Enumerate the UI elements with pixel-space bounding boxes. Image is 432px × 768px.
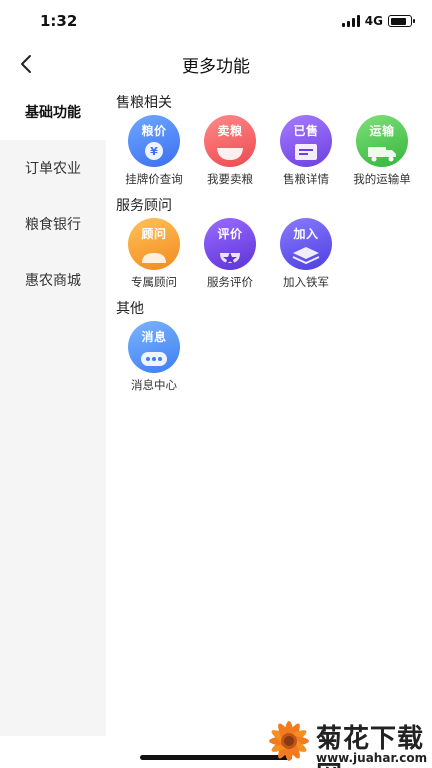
layers-icon: 加入 — [280, 218, 332, 270]
section-title: 售粮相关 — [116, 95, 172, 111]
grain-bowl-icon: 卖粮 — [204, 115, 256, 167]
icon-tag: 加入 — [293, 227, 319, 241]
function-label: 消息中心 — [131, 378, 177, 392]
function-label: 挂牌价查询 — [125, 172, 183, 186]
sidebar-item-label: 基础功能 — [25, 105, 81, 121]
watermark: 菊花下载网 www.juahar.com — [232, 714, 432, 768]
sidebar-item-label: 粮食银行 — [25, 217, 81, 233]
function-label: 售粮详情 — [283, 172, 329, 186]
status-time: 1:32 — [40, 12, 78, 30]
join-iron-army-button[interactable]: 加入 加入铁军 — [268, 218, 344, 290]
watermark-url: www.juahar.com — [316, 751, 428, 765]
icon-tag: 运输 — [369, 124, 395, 138]
function-label: 加入铁军 — [283, 275, 329, 289]
sidebar-item-label: 订单农业 — [25, 161, 81, 177]
sidebar-item-farm-mall[interactable]: 惠农商城 — [0, 252, 106, 308]
yuan-coin-icon: 粮价 ¥ — [128, 115, 180, 167]
person-icon: 顾问 — [128, 218, 180, 270]
function-grid: 顾问 专属顾问 评价 服务评价 加入 加入铁军 — [116, 218, 432, 290]
sidebar-item-label: 惠农商城 — [25, 273, 81, 289]
battery-icon — [388, 15, 415, 27]
icon-tag: 消息 — [141, 330, 167, 344]
svg-text:¥: ¥ — [150, 145, 158, 158]
flower-logo-icon — [269, 721, 309, 761]
status-indicators: 4G — [341, 14, 415, 28]
section-title: 其他 — [116, 301, 144, 317]
function-grid: 消息 消息中心 — [116, 321, 432, 393]
function-label: 服务评价 — [207, 275, 253, 289]
my-transport-orders-button[interactable]: 运输 我的运输单 — [344, 115, 420, 187]
section-grain-sales: 售粮相关 粮价 ¥ 挂牌价查询 卖粮 我要卖粮 已售 售粮详情 运输 我的运输单 — [106, 92, 432, 187]
function-grid: 粮价 ¥ 挂牌价查询 卖粮 我要卖粮 已售 售粮详情 运输 我的运输单 — [116, 115, 432, 187]
icon-tag: 已售 — [293, 124, 319, 138]
icon-tag: 评价 — [217, 227, 243, 241]
star-icon: 评价 — [204, 218, 256, 270]
icon-tag: 顾问 — [141, 227, 167, 241]
sell-grain-button[interactable]: 卖粮 我要卖粮 — [192, 115, 268, 187]
page-title: 更多功能 — [182, 57, 250, 77]
function-label: 我要卖粮 — [207, 172, 253, 186]
function-label: 专属顾问 — [131, 275, 177, 289]
truck-icon: 运输 — [356, 115, 408, 167]
section-title: 服务顾问 — [116, 198, 172, 214]
network-type: 4G — [364, 14, 383, 28]
icon-tag: 卖粮 — [217, 124, 243, 138]
sold-grain-details-button[interactable]: 已售 售粮详情 — [268, 115, 344, 187]
grain-price-query-button[interactable]: 粮价 ¥ 挂牌价查询 — [116, 115, 192, 187]
status-bar: 1:32 4G — [0, 0, 432, 44]
document-icon: 已售 — [280, 115, 332, 167]
sidebar-item-grain-bank[interactable]: 粮食银行 — [0, 196, 106, 252]
service-rating-button[interactable]: 评价 服务评价 — [192, 218, 268, 290]
section-other: 其他 消息 消息中心 — [106, 298, 432, 393]
sidebar-item-basic-functions[interactable]: 基础功能 — [0, 84, 106, 140]
sidebar-item-order-agriculture[interactable]: 订单农业 — [0, 140, 106, 196]
signal-icon — [341, 15, 360, 27]
function-panel: 售粮相关 粮价 ¥ 挂牌价查询 卖粮 我要卖粮 已售 售粮详情 运输 我的运输单… — [106, 84, 432, 393]
chat-bubble-icon: 消息 — [128, 321, 180, 373]
exclusive-advisor-button[interactable]: 顾问 专属顾问 — [116, 218, 192, 290]
message-center-button[interactable]: 消息 消息中心 — [116, 321, 192, 393]
sidebar: 基础功能 订单农业 粮食银行 惠农商城 — [0, 84, 106, 736]
section-service-advisor: 服务顾问 顾问 专属顾问 评价 服务评价 加入 加入铁军 — [106, 195, 432, 290]
nav-bar: 更多功能 — [0, 44, 432, 84]
icon-tag: 粮价 — [141, 124, 167, 138]
function-label: 我的运输单 — [353, 172, 411, 186]
